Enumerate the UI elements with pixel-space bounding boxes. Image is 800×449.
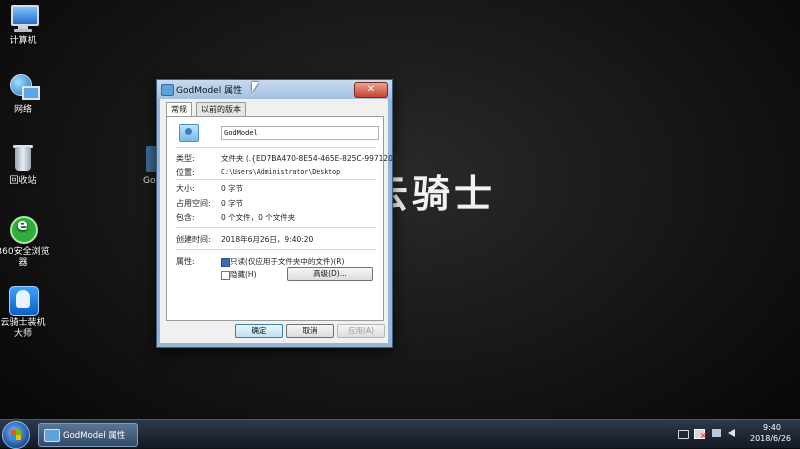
location-label: 位置:: [176, 168, 195, 177]
network-icon[interactable]: [712, 429, 721, 437]
size-on-disk-value: 0 字节: [221, 199, 244, 208]
window-title: GodModel 属性: [176, 86, 243, 96]
recycle-bin-icon: [8, 143, 38, 173]
type-value: 文件夹 (.{ED7BA470-8E54-465E-825C-99712043: [221, 154, 403, 163]
apply-button[interactable]: 应用(A): [337, 324, 385, 338]
desktop-icon-partial-label: Go: [143, 176, 156, 186]
readonly-checkbox[interactable]: [221, 258, 230, 267]
divider: [176, 147, 376, 148]
desktop-icon-label: 网络: [13, 105, 32, 115]
attributes-label: 属性:: [176, 257, 195, 266]
desktop-icon-label: 回收站: [9, 176, 37, 186]
keyboard-icon[interactable]: [678, 430, 689, 439]
yunqishi-icon: [8, 285, 39, 316]
size-label: 大小:: [176, 184, 195, 193]
size-on-disk-label: 占用空间:: [176, 199, 211, 208]
desktop-icon-label: 360安全浏览: [0, 247, 50, 257]
browser-360-icon: e: [8, 214, 38, 244]
location-value: C:\Users\Administrator\Desktop: [221, 168, 341, 176]
window-client: 常规 以前的版本 GodModel 类型: 文件夹 (.{ED7BA470-8E…: [160, 99, 403, 343]
title-bar[interactable]: GodModel 属性 ✕: [157, 80, 392, 99]
divider: [176, 227, 376, 228]
desktop-icon-label-line2: 大师: [13, 329, 32, 339]
action-center-icon[interactable]: [694, 429, 707, 440]
tab-previous-versions[interactable]: 以前的版本: [196, 102, 246, 117]
mouse-cursor-icon: [252, 82, 259, 92]
type-label: 类型:: [176, 154, 195, 163]
divider: [176, 249, 376, 250]
volume-icon[interactable]: [728, 429, 735, 437]
clock-date[interactable]: 2018/6/26: [750, 434, 791, 443]
desktop-icon-yunqishi[interactable]: 云骑士装机 大师: [0, 285, 53, 340]
computer-icon: [8, 3, 39, 33]
close-button[interactable]: ✕: [354, 82, 388, 98]
folder-icon: [44, 429, 60, 442]
taskbar-item-properties[interactable]: GodModel 属性: [38, 423, 138, 447]
contains-value: 0 个文件，0 个文件夹: [221, 213, 296, 222]
size-value: 0 字节: [221, 184, 244, 193]
divider: [176, 179, 376, 180]
taskbar-item-label: GodModel 属性: [63, 431, 126, 441]
start-button[interactable]: [2, 421, 30, 449]
desktop-icon-label: 云骑士装机: [0, 318, 46, 328]
desktop-icon-label-line2: 器: [18, 258, 28, 268]
network-icon: [8, 72, 40, 102]
desktop-icon-360-browser[interactable]: e 360安全浏览 器: [0, 214, 53, 269]
readonly-label[interactable]: 只读(仅应用于文件夹中的文件)(R): [230, 256, 344, 267]
ok-button[interactable]: 确定: [235, 324, 283, 338]
name-input[interactable]: GodModel: [221, 126, 379, 140]
advanced-button[interactable]: 高级(D)...: [287, 267, 373, 281]
desktop-icon-label: 计算机: [9, 36, 37, 46]
desktop-icon-recycle-bin[interactable]: 回收站: [0, 143, 53, 187]
created-value: 2018年6月26日，9:40:20: [221, 235, 314, 244]
hidden-checkbox[interactable]: [221, 271, 230, 280]
contains-label: 包含:: [176, 213, 195, 222]
clock-time[interactable]: 9:40: [763, 423, 781, 432]
hidden-label[interactable]: 隐藏(H): [230, 269, 257, 280]
windows-logo-icon: [11, 430, 21, 440]
general-panel: GodModel 类型: 文件夹 (.{ED7BA470-8E54-465E-8…: [166, 116, 403, 321]
desktop-icon-computer[interactable]: 计算机: [0, 3, 53, 47]
folder-icon: [161, 84, 174, 96]
taskbar: GodModel 属性 9:40 2018/6/26: [0, 419, 800, 449]
desktop-icon-network[interactable]: 网络: [0, 72, 53, 116]
created-label: 创建时间:: [176, 235, 211, 244]
cancel-button[interactable]: 取消: [286, 324, 334, 338]
properties-window: GodModel 属性 ✕ 常规 以前的版本 GodModel 类型: 文件夹 …: [156, 79, 403, 348]
folder-icon: [179, 124, 199, 142]
